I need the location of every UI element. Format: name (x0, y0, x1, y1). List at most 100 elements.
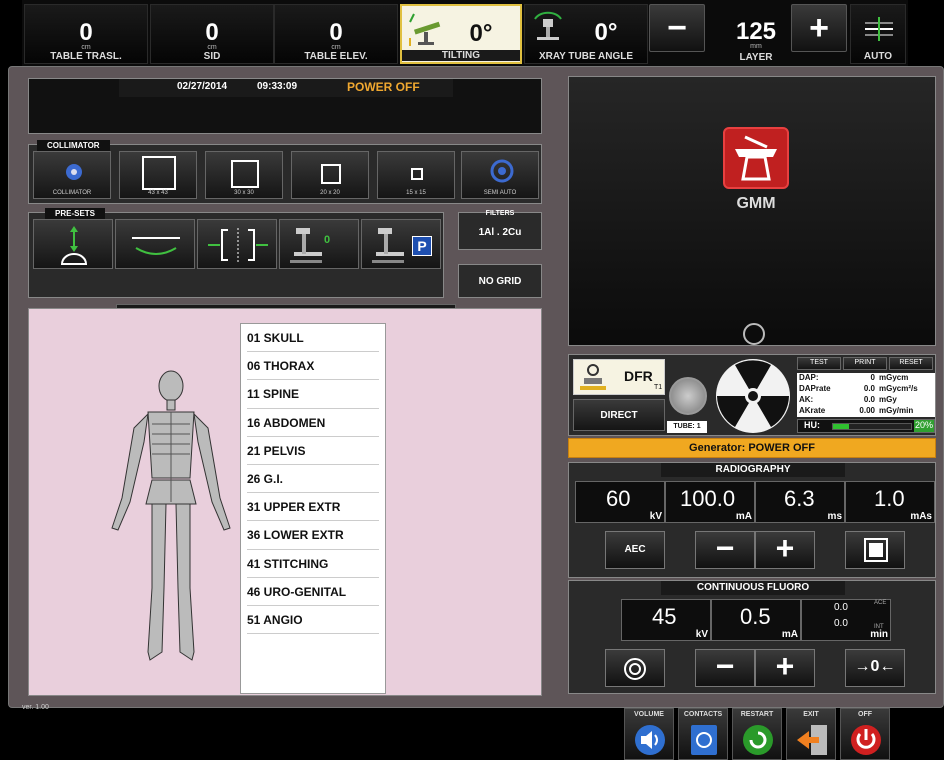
contacts-button[interactable]: CONTACTS (678, 708, 728, 760)
volume-button[interactable]: VOLUME (624, 708, 674, 760)
filters-title: FILTERS (485, 210, 515, 217)
layer-plus-button[interactable]: + (791, 4, 847, 52)
plus-icon: + (809, 9, 829, 47)
dose-name: AK: (799, 395, 814, 404)
radiography-title: RADIOGRAPHY (661, 463, 845, 477)
collimator-43-button[interactable]: 43 x 43 (119, 151, 197, 199)
sid-unit: cm (207, 44, 217, 51)
xray-tube-angle-display: 0° XRAY TUBE ANGLE (524, 4, 648, 64)
contacts-label: CONTACTS (683, 711, 723, 718)
ms-value: 6.3 (784, 486, 815, 511)
fluoro-reset-button[interactable]: →0← (845, 649, 905, 687)
ma-display[interactable]: 100.0 mA (665, 481, 755, 523)
preset-zero-button[interactable]: 0 (279, 219, 359, 269)
apr-item[interactable]: 36 LOWER EXTR (247, 521, 379, 550)
apr-item[interactable]: 51 ANGIO (247, 606, 379, 635)
fluoro-plus-button[interactable]: + (755, 648, 815, 687)
apr-item[interactable]: 06 THORAX (247, 352, 379, 381)
vertical-arrow-icon (60, 226, 88, 265)
power-icon (851, 725, 881, 755)
status-time: 09:33:09 (257, 81, 298, 92)
apr-item[interactable]: 31 UPPER EXTR (247, 493, 379, 522)
ace-value: 0.0 (834, 602, 848, 613)
restart-button[interactable]: RESTART (732, 708, 782, 760)
minus-icon: − (715, 530, 735, 566)
restart-label: RESTART (740, 711, 774, 718)
radio-minus-button[interactable]: − (695, 530, 755, 569)
semi-auto-button[interactable]: SEMI AUTO (461, 151, 539, 199)
ms-display[interactable]: 6.3 ms (755, 481, 845, 523)
collimator-btn-label: COLLIMATOR (52, 190, 92, 196)
square-tiny-icon (411, 168, 423, 180)
exit-label: EXIT (803, 711, 819, 718)
table-trasl-unit: cm (81, 44, 91, 51)
dose-value: 0.0 (863, 384, 875, 393)
plus-icon: + (775, 648, 795, 684)
image-viewer[interactable]: GMM (568, 76, 936, 346)
mas-display[interactable]: 1.0 mAs (845, 481, 935, 523)
tilting-display[interactable]: 0° TILTING (400, 4, 522, 64)
apr-item[interactable]: 11 SPINE (247, 380, 379, 409)
tilting-label: TILTING (402, 50, 520, 61)
status-date: 02/27/2014 (177, 81, 228, 92)
collimator-20-button[interactable]: 20 x 20 (291, 151, 369, 199)
collimator-15-label: 15 x 15 (406, 190, 426, 196)
exit-door-icon (797, 725, 827, 755)
sid-value: 0 (205, 19, 219, 46)
kv-display[interactable]: 60 kV (575, 481, 665, 523)
fluoro-ma-display[interactable]: 0.5 mA (711, 599, 801, 641)
filters-value: 1Al . 2Cu (478, 227, 522, 238)
off-button[interactable]: OFF (840, 708, 890, 760)
grid-button[interactable]: NO GRID (458, 264, 542, 298)
dose-unit: mGycm (879, 373, 909, 382)
fluoro-minus-button[interactable]: − (695, 648, 755, 687)
int-value: 0.0 (834, 618, 848, 629)
preset-rotate-button[interactable] (115, 219, 195, 269)
filters-panel[interactable]: FILTERS 1Al . 2Cu (458, 210, 542, 250)
apr-item[interactable]: 01 SKULL (247, 324, 379, 353)
apr-item[interactable]: 41 STITCHING (247, 550, 379, 578)
collimator-gear-icon (66, 164, 82, 180)
apr-item[interactable]: 26 G.I. (247, 465, 379, 494)
radio-plus-button[interactable]: + (755, 530, 815, 569)
preset-center-button[interactable] (197, 219, 277, 269)
auto-button[interactable]: AUTO (850, 4, 906, 64)
radiation-icon (716, 359, 790, 433)
collimator-15-button[interactable]: 15 x 15 (377, 151, 455, 199)
preset-table-up-button[interactable] (33, 219, 113, 269)
test-button[interactable]: TEST (797, 357, 841, 370)
preset-move-label: 0 (324, 234, 331, 246)
collimator-30-button[interactable]: 30 x 30 (205, 151, 283, 199)
apr-item[interactable]: 16 ABDOMEN (247, 409, 379, 437)
table-trasl-label: TABLE TRASL. (50, 51, 122, 62)
preset-park-button[interactable]: P (361, 219, 441, 269)
radio-field-button[interactable] (845, 531, 905, 569)
fluoro-mode-button[interactable] (605, 649, 665, 687)
print-button[interactable]: PRINT (843, 357, 887, 370)
square-medium-icon (231, 160, 259, 188)
collimator-button[interactable]: COLLIMATOR (33, 151, 111, 199)
exit-button[interactable]: EXIT (786, 708, 836, 760)
fluoro-kv-display[interactable]: 45 kV (621, 599, 711, 641)
fluoro-time-display: 0.0 ACE 0.0 INT min (801, 599, 891, 641)
field-square-icon (864, 538, 888, 562)
tube-knob[interactable] (669, 377, 707, 415)
aec-button[interactable]: AEC (605, 531, 665, 569)
layer-unit: mm (750, 43, 762, 50)
hu-fill (833, 424, 849, 429)
direct-button[interactable]: DIRECT (573, 399, 665, 431)
collimator-30-label: 30 x 30 (234, 190, 254, 196)
tube-angle-icon (534, 11, 562, 40)
human-skeleton-icon[interactable] (104, 368, 238, 670)
layer-minus-button[interactable]: − (649, 4, 705, 52)
viewer-home-button[interactable] (743, 323, 765, 345)
dfr-mode-button[interactable]: DFR T1 (573, 359, 665, 395)
collimator-20-label: 20 x 20 (320, 190, 340, 196)
apr-item[interactable]: 21 PELVIS (247, 437, 379, 465)
apr-item[interactable]: 46 URO-GENITAL (247, 578, 379, 606)
gmm-logo-text: GMM (736, 195, 776, 212)
auto-label: AUTO (863, 51, 893, 62)
print-label: PRINT (854, 359, 876, 366)
xray-system-icon (290, 228, 322, 263)
reset-button[interactable]: RESET (889, 357, 933, 370)
